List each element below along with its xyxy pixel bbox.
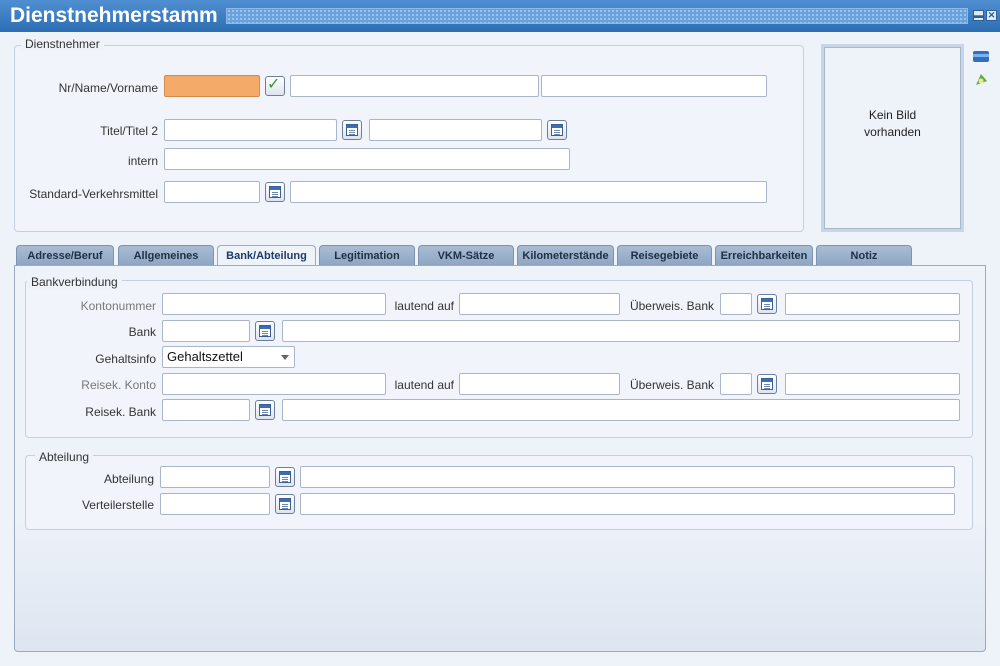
reisek-ueberweis-bank-label: Überweis. Bank (629, 378, 714, 392)
bankverbindung-legend: Bankverbindung (27, 275, 122, 289)
calendar-list-icon (259, 325, 271, 337)
bank-label: Bank (128, 325, 156, 339)
verkehrsmittel-text-input[interactable] (290, 181, 767, 203)
ueberweis-bank-text-input[interactable] (785, 293, 960, 315)
reisek-konto-input[interactable] (162, 373, 386, 395)
employee-photo-box[interactable]: Kein Bild vorhanden (821, 44, 964, 232)
tab-reisegebiete[interactable]: Reisegebiete (617, 245, 712, 265)
reisek-bank-label: Reisek. Bank (85, 405, 156, 419)
calendar-list-icon (269, 186, 281, 198)
calendar-list-icon (259, 404, 271, 416)
title-input[interactable] (164, 119, 337, 141)
reisek-bank-lookup-button[interactable] (255, 400, 275, 420)
title2-input[interactable] (369, 119, 542, 141)
tab-vkm-saetze[interactable]: VKM-Sätze (418, 245, 514, 265)
lautend-auf-label: lautend auf (394, 299, 454, 313)
tab-kilometerstaende[interactable]: Kilometerstände (517, 245, 614, 265)
reisek-konto-label: Reisek. Konto (81, 378, 156, 392)
verteilerstelle-lookup-button[interactable] (275, 494, 295, 514)
paint-icon[interactable] (973, 72, 989, 88)
dienstnehmer-legend: Dienstnehmer (21, 37, 104, 51)
kontonummer-input[interactable] (162, 293, 386, 315)
folder-icon[interactable] (972, 48, 990, 64)
confirm-number-button[interactable]: ✓ (265, 76, 285, 96)
kontonummer-label: Kontonummer (80, 299, 156, 313)
intern-input[interactable] (164, 148, 570, 170)
employee-number-input[interactable] (164, 75, 260, 97)
tab-adresse-beruf[interactable]: Adresse/Beruf (16, 245, 114, 265)
title2-lookup-button[interactable] (547, 120, 567, 140)
reisek-lautend-auf-label: lautend auf (394, 378, 454, 392)
reisek-lautend-auf-input[interactable] (459, 373, 620, 395)
bank-text-input[interactable] (282, 320, 960, 342)
reisek-bank-text-input[interactable] (282, 399, 960, 421)
tab-bank-abteilung[interactable]: Bank/Abteilung (217, 245, 316, 266)
gehaltsinfo-select[interactable]: Gehaltszettel (162, 346, 295, 368)
first-name-input[interactable] (541, 75, 767, 97)
ueberweis-bank-label: Überweis. Bank (629, 299, 714, 313)
calendar-list-icon (279, 498, 291, 510)
gehaltsinfo-label: Gehaltsinfo (95, 352, 156, 366)
minimize-button[interactable]: ▬ (973, 10, 984, 21)
verteilerstelle-code-input[interactable] (160, 493, 270, 515)
chevron-down-icon (281, 355, 289, 360)
title-lookup-button[interactable] (342, 120, 362, 140)
tab-erreichbarkeiten[interactable]: Erreichbarkeiten (715, 245, 813, 265)
last-name-input[interactable] (290, 75, 539, 97)
verkehrsmittel-label: Standard-Verkehrsmittel (29, 187, 158, 201)
ueberweis-bank-lookup-button[interactable] (757, 294, 777, 314)
tab-legitimation[interactable]: Legitimation (319, 245, 415, 265)
verteilerstelle-text-input[interactable] (300, 493, 955, 515)
calendar-list-icon (761, 378, 773, 390)
close-button[interactable]: ✕ (986, 10, 997, 21)
no-image-line1: Kein Bild (868, 108, 917, 122)
calendar-list-icon (279, 471, 291, 483)
intern-label: intern (127, 154, 158, 168)
bank-lookup-button[interactable] (255, 321, 275, 341)
reisek-ueberweis-bank-code-input[interactable] (720, 373, 752, 395)
verteilerstelle-label: Verteilerstelle (81, 498, 154, 512)
no-image-line2: vorhanden (864, 125, 921, 139)
gehaltsinfo-selected-value: Gehaltszettel (167, 349, 243, 364)
abteilung-legend: Abteilung (35, 450, 94, 464)
calendar-list-icon (346, 124, 358, 136)
abteilung-code-input[interactable] (160, 466, 270, 488)
green-check-icon: ✓ (267, 76, 281, 93)
title-bar[interactable]: Dienstnehmerstamm ▬ ✕ (0, 0, 1000, 32)
verkehrsmittel-lookup-button[interactable] (265, 182, 285, 202)
window-title: Dienstnehmerstamm (10, 4, 218, 27)
abteilung-lookup-button[interactable] (275, 467, 295, 487)
ueberweis-bank-code-input[interactable] (720, 293, 752, 315)
calendar-list-icon (551, 124, 563, 136)
titel-label: Titel/Titel 2 (100, 124, 158, 138)
verkehrsmittel-code-input[interactable] (164, 181, 260, 203)
no-image-text: Kein Bild vorhanden (824, 107, 961, 141)
abteilung-label: Abteilung (103, 472, 154, 486)
bank-code-input[interactable] (162, 320, 250, 342)
reisek-ueberweis-bank-text-input[interactable] (785, 373, 960, 395)
employee-master-window: Dienstnehmerstamm ▬ ✕ Dienstnehmer Nr/Na… (0, 0, 1000, 666)
tab-notiz[interactable]: Notiz (816, 245, 912, 265)
lautend-auf-input[interactable] (459, 293, 620, 315)
abteilung-text-input[interactable] (300, 466, 955, 488)
tab-allgemeines[interactable]: Allgemeines (118, 245, 214, 265)
reisek-bank-code-input[interactable] (162, 399, 250, 421)
reisek-ueberweis-bank-lookup-button[interactable] (757, 374, 777, 394)
nr-name-vorname-label: Nr/Name/Vorname (58, 81, 158, 95)
title-drag-area[interactable] (226, 8, 968, 24)
calendar-list-icon (761, 298, 773, 310)
